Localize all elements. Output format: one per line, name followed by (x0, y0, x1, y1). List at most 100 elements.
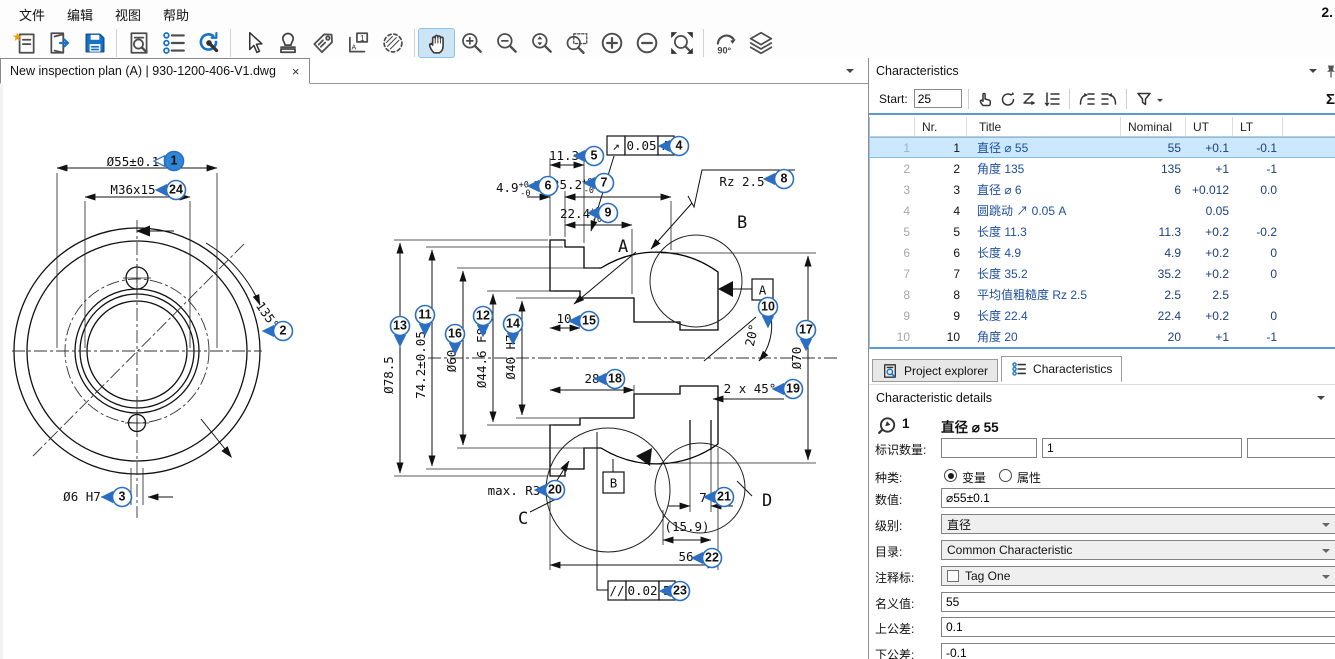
table-cell: 3 (915, 179, 967, 200)
drawing-canvas[interactable]: Ø55±0.1M36x15135°Ø6 H711.34.9+0.2-035.2+… (0, 84, 868, 659)
filter-chevron-icon[interactable] (1157, 99, 1163, 105)
select-chevron-icon[interactable] (1322, 523, 1330, 531)
table-row[interactable]: 44圆跳动 ↗ 0.05 A0.05 (870, 200, 1335, 221)
recalculate-button[interactable] (191, 29, 226, 57)
touch-pick-icon[interactable] (975, 88, 997, 110)
find-characteristic-button[interactable] (121, 29, 156, 57)
lower-tolerance-input[interactable] (941, 643, 1335, 659)
characteristic-title: 直径 ⌀ 55 (941, 416, 999, 436)
table-cell: 圆跳动 ↗ 0.05 A (967, 200, 1121, 221)
column-header-nominal[interactable]: Nominal (1121, 117, 1186, 136)
tab-characteristics[interactable]: Characteristics (1001, 356, 1122, 382)
toolbar-group: ★ (3, 29, 116, 57)
table-row[interactable]: 22角度 135135+1-1 (870, 158, 1335, 179)
table-row[interactable]: 66长度 4.94.9+0.20 (870, 242, 1335, 263)
select-chevron-icon[interactable] (1322, 549, 1330, 557)
tab-project-explorer[interactable]: Project explorer (872, 359, 998, 382)
table-row[interactable]: 1010角度 2020+1-1 (870, 326, 1335, 347)
column-header-blank[interactable] (870, 117, 915, 136)
table-cell: 2.5 (1186, 284, 1233, 305)
svg-text:20: 20 (548, 483, 562, 497)
kind-radio-0[interactable] (944, 469, 957, 482)
insert-after-icon[interactable] (1098, 88, 1120, 110)
corner-dimension-button[interactable]: 1A (340, 29, 375, 57)
sort-list-icon[interactable] (1041, 88, 1063, 110)
table-cell: 5 (870, 221, 915, 242)
tag-checkbox[interactable] (947, 570, 959, 582)
balloon-10[interactable]: 10 (759, 298, 778, 328)
kind-radio-1[interactable] (999, 469, 1012, 482)
balloon-21[interactable]: 21 (704, 488, 734, 507)
layers-button[interactable] (743, 29, 778, 57)
column-header-nr[interactable]: Nr. (915, 117, 967, 136)
select-cursor-button[interactable] (235, 29, 270, 57)
svg-text:2: 2 (280, 324, 287, 338)
tag-select[interactable]: Tag One (941, 566, 1335, 586)
id-count-input-2[interactable] (1042, 438, 1242, 458)
zoom-window-button[interactable] (559, 29, 594, 57)
table-row[interactable]: 33直径 ⌀ 66+0.0120.0 (870, 179, 1335, 200)
value-input[interactable] (941, 488, 1335, 508)
balloon-19[interactable]: 19 (773, 380, 803, 399)
balloon-13[interactable]: 13 (391, 317, 410, 347)
zoom-fit-button[interactable] (664, 29, 699, 57)
id-count-input-3[interactable] (1247, 438, 1335, 458)
document-tab[interactable]: New inspection plan (A) | 930-1200-406-V… (0, 58, 310, 84)
panel-menu-chevron-icon[interactable] (1317, 396, 1325, 404)
save-button[interactable] (77, 29, 112, 57)
menu-item-3[interactable]: 帮助 (152, 0, 200, 29)
table-row[interactable]: 99长度 22.422.4+0.20 (870, 305, 1335, 326)
menu-item-2[interactable]: 视图 (104, 0, 152, 29)
table-row[interactable]: 11直径 ⌀ 5555+0.1-0.1 (870, 137, 1335, 158)
svg-text:8: 8 (781, 172, 788, 186)
id-count-input-1[interactable] (941, 438, 1037, 458)
menu-item-1[interactable]: 编辑 (56, 0, 104, 29)
balloon-16[interactable]: 16 (446, 325, 465, 355)
open-plan-button[interactable] (42, 29, 77, 57)
level-select[interactable]: 直径 (941, 514, 1335, 534)
table-row[interactable]: 88平均值粗糙度 Rz 2.52.52.5 (870, 284, 1335, 305)
filter-icon[interactable] (1133, 88, 1155, 110)
menu-item-0[interactable]: 文件 (8, 0, 56, 29)
table-row[interactable]: 55长度 11.311.3+0.2-0.2 (870, 221, 1335, 242)
characteristics-toolbar: Start: (869, 84, 1335, 115)
zigzag-icon[interactable] (1019, 88, 1041, 110)
column-header-blank[interactable] (1283, 117, 1335, 136)
insert-before-icon[interactable] (1076, 88, 1098, 110)
select-chevron-icon[interactable] (1322, 575, 1330, 583)
replay-icon[interactable] (997, 88, 1019, 110)
column-header-ut[interactable]: UT (1186, 117, 1233, 136)
close-tab-icon[interactable]: × (292, 65, 300, 78)
balloon-3[interactable]: 3 (102, 488, 132, 507)
balloon-17[interactable]: 17 (797, 321, 816, 351)
characteristic-list-button[interactable] (156, 29, 191, 57)
lasso-select-button[interactable] (375, 29, 410, 57)
balloon-6[interactable]: 6 (528, 177, 558, 196)
tab-list-chevron-icon[interactable] (846, 69, 854, 77)
table-cell: 10 (870, 326, 915, 347)
column-header-title[interactable]: Title (967, 117, 1121, 136)
pan-hand-button[interactable] (419, 29, 454, 57)
panel-menu-chevron-icon[interactable] (1309, 69, 1317, 77)
zoom-in-button[interactable] (454, 29, 489, 57)
rotate-90-button[interactable]: 90° (708, 29, 743, 57)
zoom-dynamic-button[interactable] (524, 29, 559, 57)
stamp-characteristic-button[interactable] (270, 29, 305, 57)
pin-icon[interactable] (1325, 64, 1335, 82)
kind-radio-label: 变量 (962, 469, 986, 486)
upper-tolerance-input[interactable] (941, 617, 1335, 637)
sigma-summary-icon[interactable]: Σ (1326, 91, 1335, 108)
tag-characteristic-button[interactable] (305, 29, 340, 57)
document-tab-title: New inspection plan (A) | 930-1200-406-V… (10, 64, 276, 78)
toolbar-group (116, 29, 230, 57)
new-plan-button[interactable]: ★ (7, 29, 42, 57)
catalog-select[interactable]: Common Characteristic (941, 540, 1335, 560)
increase-button[interactable] (594, 29, 629, 57)
start-input[interactable] (914, 89, 962, 108)
decrease-button[interactable] (629, 29, 664, 57)
balloon-8[interactable]: 8 (764, 170, 794, 189)
column-header-lt[interactable]: LT (1233, 117, 1283, 136)
nominal-input[interactable] (941, 592, 1335, 612)
zoom-out-button[interactable] (489, 29, 524, 57)
table-row[interactable]: 77长度 35.235.2+0.20 (870, 263, 1335, 284)
